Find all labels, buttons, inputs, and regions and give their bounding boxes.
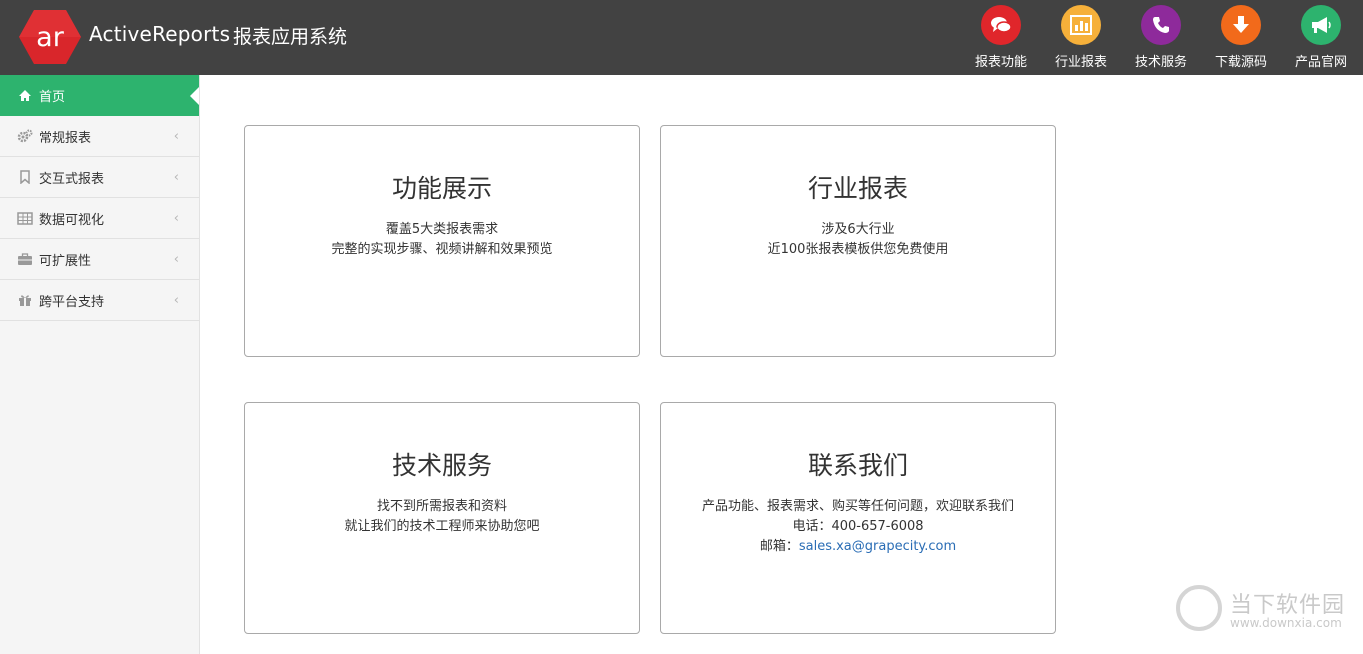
sidebar-item-label: 常规报表 (39, 130, 92, 146)
home-icon (17, 88, 33, 104)
email-label: 邮箱： (759, 539, 799, 554)
nav-label: 下载源码 (1214, 55, 1267, 70)
card-title: 联系我们 (807, 451, 908, 480)
card-industry-reports[interactable]: 行业报表 涉及6大行业 近100张报表模板供您免费使用 (660, 125, 1056, 357)
card-line: 产品功能、报表需求、购买等任何问题，欢迎联系我们 (701, 499, 1014, 514)
card-line: 涉及6大行业 (821, 222, 895, 237)
chevron-left-icon: ‹ (173, 211, 179, 226)
nav-label: 技术服务 (1134, 55, 1187, 70)
watermark-logo-icon (1176, 585, 1222, 631)
sidebar-item-label: 交互式报表 (39, 171, 105, 187)
phone-icon (1141, 5, 1181, 45)
sidebar-item-extensibility[interactable]: 可扩展性 ‹ (0, 239, 199, 280)
sidebar-item-label: 跨平台支持 (39, 294, 105, 310)
sidebar-item-cross-platform[interactable]: 跨平台支持 ‹ (0, 280, 199, 321)
top-header: ar ActiveReports 报表应用系统 报表功能 行业报表 技术服务 下… (0, 0, 1363, 75)
nav-download-source[interactable]: 下载源码 (1206, 5, 1276, 71)
chat-bubbles-icon (981, 5, 1021, 45)
card-line: 完整的实现步骤、视频讲解和效果预览 (331, 242, 553, 257)
watermark-title: 当下软件园 (1230, 593, 1346, 618)
card-title: 技术服务 (391, 451, 492, 480)
card-line: 电话：400-657-6008 (792, 519, 924, 534)
sidebar-item-home[interactable]: 首页 (0, 75, 199, 116)
briefcase-icon (17, 251, 33, 267)
watermark-url: www.downxia.com (1230, 616, 1342, 630)
sidebar-item-label: 数据可视化 (39, 212, 105, 228)
chevron-left-icon: ‹ (173, 170, 179, 185)
nav-tech-service[interactable]: 技术服务 (1126, 5, 1196, 71)
nav-industry-reports[interactable]: 行业报表 (1046, 5, 1116, 71)
table-icon (17, 210, 33, 226)
card-line: 覆盖5大类报表需求 (385, 222, 499, 237)
card-line: 找不到所需报表和资料 (376, 499, 507, 514)
chevron-left-icon: ‹ (173, 129, 179, 144)
card-feature-showcase[interactable]: 功能展示 覆盖5大类报表需求 完整的实现步骤、视频讲解和效果预览 (244, 125, 640, 357)
nav-label: 产品官网 (1294, 55, 1347, 70)
chevron-left-icon: ‹ (173, 252, 179, 267)
card-title: 功能展示 (391, 174, 492, 203)
email-link[interactable]: sales.xa@grapecity.com (799, 539, 956, 554)
gears-icon (17, 128, 33, 144)
sidebar-item-interactive-reports[interactable]: 交互式报表 ‹ (0, 157, 199, 198)
sidebar-item-regular-reports[interactable]: 常规报表 ‹ (0, 116, 199, 157)
bookmark-icon (17, 169, 33, 185)
bar-chart-icon (1061, 5, 1101, 45)
card-title: 行业报表 (807, 174, 908, 203)
app-logo[interactable]: ar (18, 9, 82, 65)
sidebar: 首页 常规报表 ‹ 交互式报表 ‹ 数据可视化 ‹ 可扩展性 ‹ 跨平台支持 ‹ (0, 75, 200, 654)
card-contact-us[interactable]: 联系我们 产品功能、报表需求、购买等任何问题，欢迎联系我们 电话：400-657… (660, 402, 1056, 634)
sidebar-item-data-visualization[interactable]: 数据可视化 ‹ (0, 198, 199, 239)
megaphone-icon (1301, 5, 1341, 45)
app-subtitle: 报表应用系统 (233, 26, 348, 48)
download-arrow-icon (1221, 5, 1261, 45)
nav-report-features[interactable]: 报表功能 (966, 5, 1036, 71)
card-line: 就让我们的技术工程师来协助您吧 (344, 519, 540, 534)
nav-label: 行业报表 (1054, 55, 1107, 70)
nav-label: 报表功能 (974, 55, 1027, 70)
app-name: ActiveReports (89, 22, 231, 46)
nav-product-website[interactable]: 产品官网 (1286, 5, 1356, 71)
card-tech-service[interactable]: 技术服务 找不到所需报表和资料 就让我们的技术工程师来协助您吧 (244, 402, 640, 634)
card-line: 近100张报表模板供您免费使用 (767, 242, 949, 257)
sidebar-item-label: 首页 (39, 90, 66, 105)
watermark: 当下软件园 www.downxia.com (1176, 585, 1351, 635)
sidebar-item-label: 可扩展性 (39, 253, 92, 269)
chevron-left-icon: ‹ (173, 293, 179, 308)
logo-text: ar (36, 22, 65, 53)
gift-icon (17, 292, 33, 308)
email-line: 邮箱：sales.xa@grapecity.com (661, 537, 1055, 557)
